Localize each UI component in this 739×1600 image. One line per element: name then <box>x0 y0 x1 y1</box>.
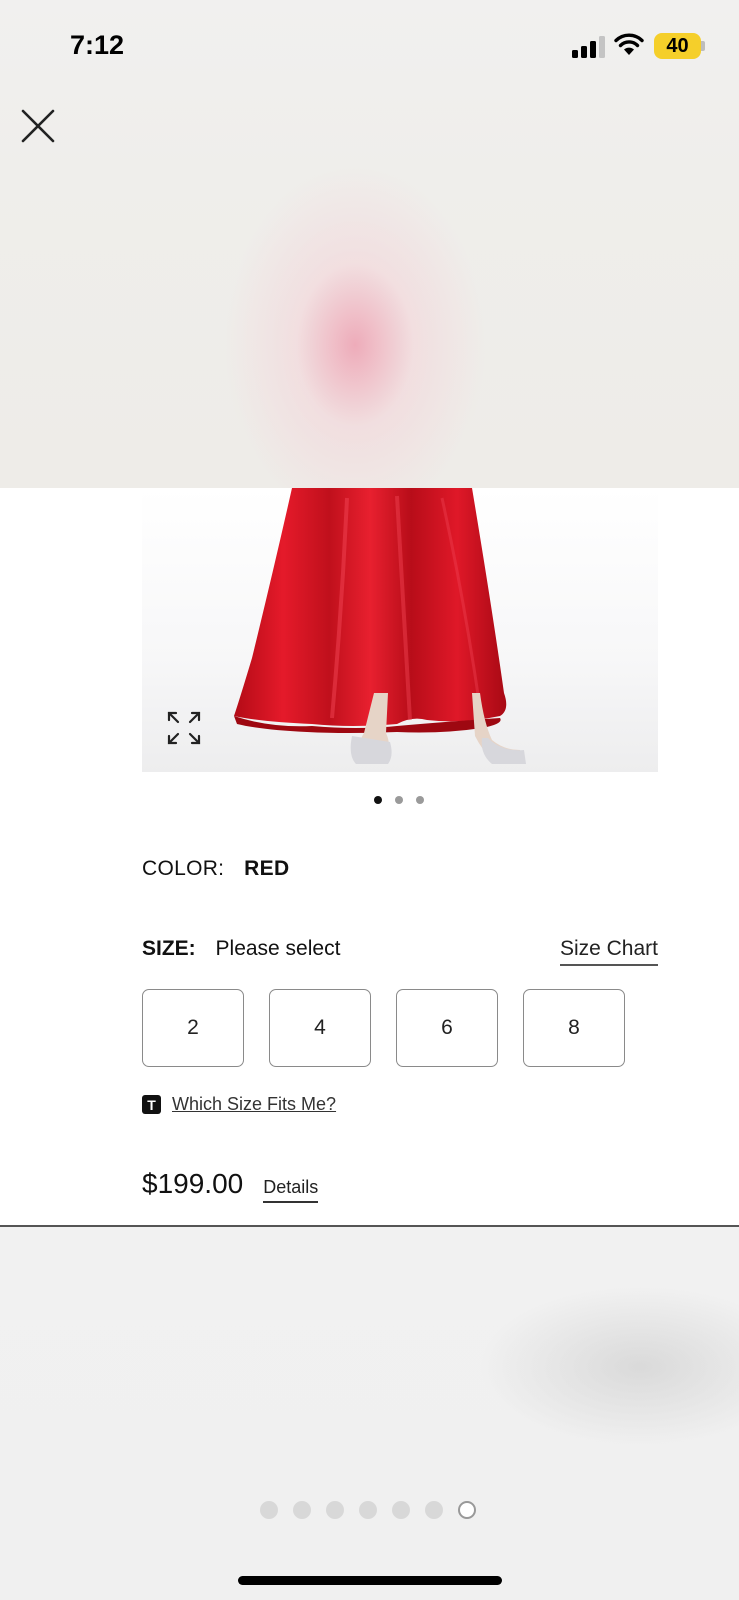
size-chart-link[interactable]: Size Chart <box>559 937 658 966</box>
carousel-dot[interactable] <box>416 796 424 804</box>
close-icon[interactable] <box>18 106 58 146</box>
product-image[interactable] <box>142 488 658 772</box>
red-gown-illustration <box>234 488 526 764</box>
carousel-dot[interactable] <box>395 796 403 804</box>
size-option-4[interactable]: 4 <box>269 989 371 1067</box>
page-dot-active[interactable] <box>458 1501 476 1519</box>
color-row: COLOR: RED <box>142 857 289 881</box>
size-options: 2 4 6 8 <box>142 989 625 1067</box>
blurred-bottom-area <box>0 1227 739 1600</box>
price: $199.00 <box>142 1168 244 1199</box>
size-fit-row: T Which Size Fits Me? <box>142 1094 336 1115</box>
size-row: SIZE: Please select Size Chart <box>142 937 658 966</box>
page-dot[interactable] <box>326 1501 344 1519</box>
page-dot[interactable] <box>359 1501 377 1519</box>
wifi-icon <box>614 33 644 55</box>
size-option-6[interactable]: 6 <box>396 989 498 1067</box>
page-dot[interactable] <box>392 1501 410 1519</box>
battery-indicator: 40 <box>654 33 701 59</box>
size-option-2[interactable]: 2 <box>142 989 244 1067</box>
size-label: SIZE: <box>142 937 196 960</box>
size-prompt: Please select <box>215 937 341 960</box>
size-option-8[interactable]: 8 <box>523 989 625 1067</box>
status-time: 7:12 <box>70 30 125 60</box>
page-dots <box>260 1501 476 1519</box>
carousel-dot[interactable] <box>374 796 382 804</box>
which-size-fits-link[interactable]: Which Size Fits Me? <box>172 1094 336 1115</box>
color-label: COLOR: <box>142 857 225 880</box>
image-carousel-dots <box>374 796 424 804</box>
status-bar: 7:12 40 <box>0 0 739 90</box>
page-dot[interactable] <box>425 1501 443 1519</box>
page-dot[interactable] <box>260 1501 278 1519</box>
battery-cap <box>701 41 705 51</box>
home-indicator[interactable] <box>238 1576 502 1585</box>
page-dot[interactable] <box>293 1501 311 1519</box>
signal-icon <box>572 36 605 58</box>
true-fit-icon: T <box>142 1095 161 1114</box>
color-value: RED <box>244 857 290 880</box>
details-link[interactable]: Details <box>263 1177 319 1203</box>
price-row: $199.00 Details <box>142 1168 319 1203</box>
expand-icon[interactable] <box>166 710 202 746</box>
